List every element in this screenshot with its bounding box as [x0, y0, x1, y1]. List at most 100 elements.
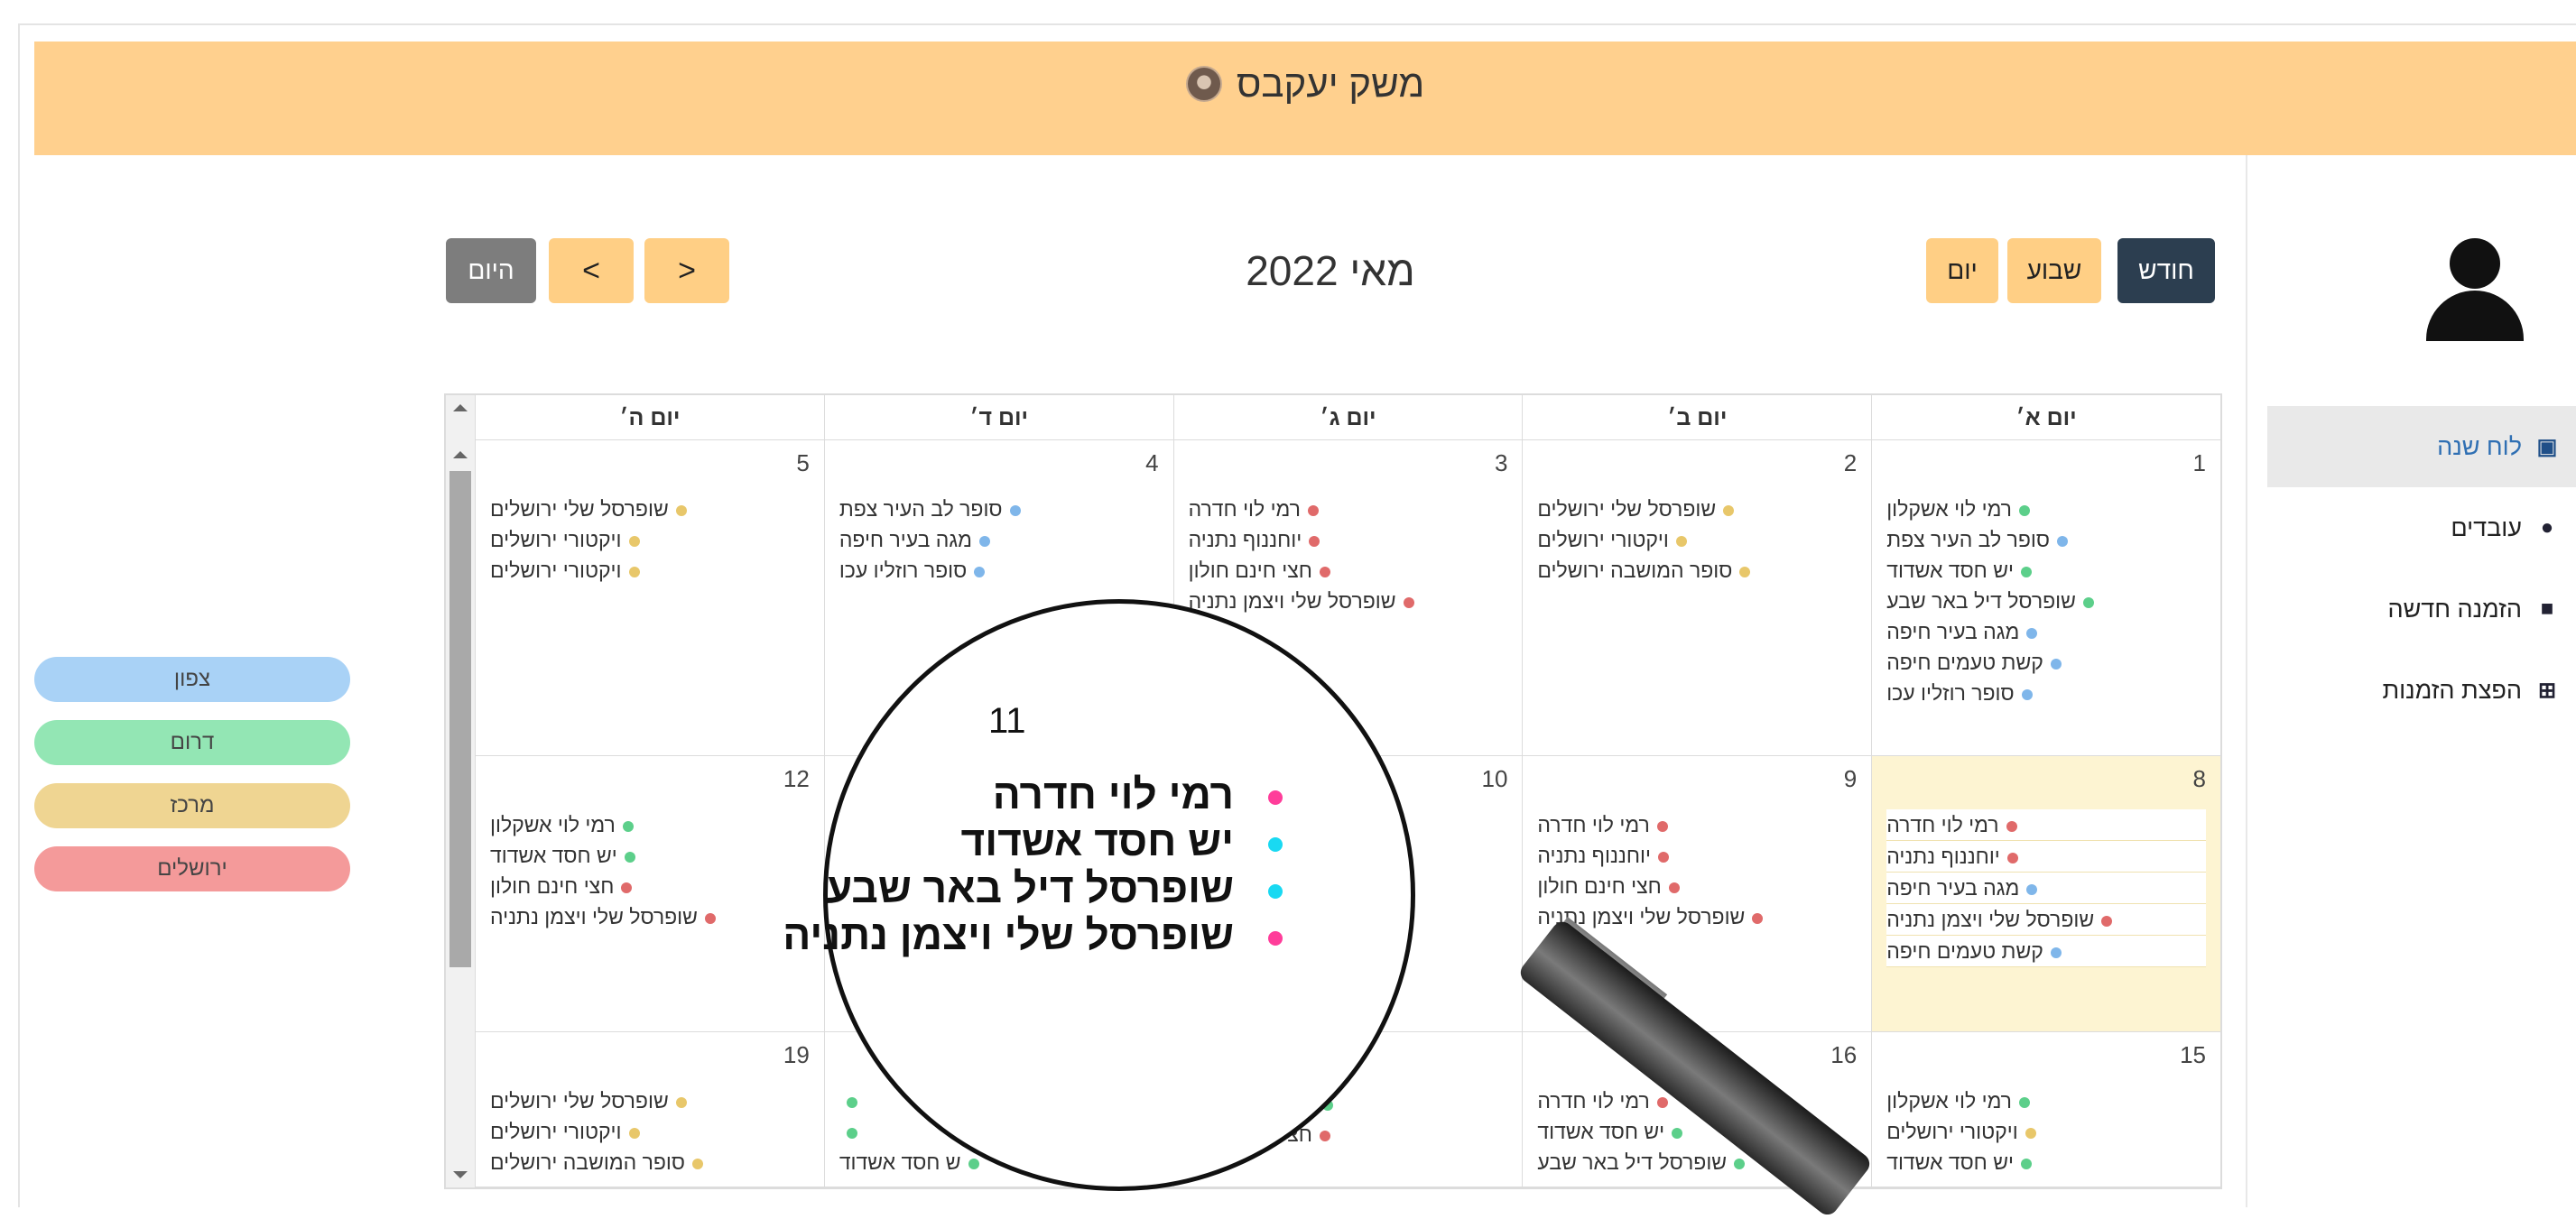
calendar-event[interactable]: רמי לוי חדרה [1189, 494, 1508, 524]
calendar-event[interactable]: ויקטורי ירושלים [1537, 524, 1857, 555]
region-dot-icon [1668, 882, 1680, 893]
calendar-event[interactable]: שופרסל שלי ויצמן נתניה [490, 901, 810, 932]
event-label: סופר רוזליו עכו [839, 559, 968, 582]
calendar-event[interactable]: סופר לב העיר צפת [839, 494, 1159, 524]
region-dot-icon [1319, 566, 1330, 577]
scroll-up-icon[interactable] [453, 451, 468, 458]
sidebar: ▣ לוח שנה ● עובדים ■ הזמנה חדשה ⊞ הפצת ה… [2246, 155, 2576, 1207]
event-label: רמי לוי אשקלון [490, 813, 616, 836]
calendar-event[interactable]: שופרסל שלי ויצמן נתניה [1537, 901, 1857, 932]
sidebar-nav: ▣ לוח שנה ● עובדים ■ הזמנה חדשה ⊞ הפצת ה… [2267, 406, 2576, 731]
legend-pill[interactable]: דרום [34, 720, 350, 765]
calendar-event[interactable]: יוחננוף נתניה [1886, 841, 2206, 873]
region-dot-icon [1656, 1096, 1668, 1108]
sidebar-item-calendar[interactable]: ▣ לוח שנה [2267, 406, 2576, 487]
day-cell[interactable]: 5 שופרסל שלי ירושלים ויקטורי ירושלים ויקטור… [475, 440, 824, 756]
calendar-event[interactable]: יוחננוף נתניה [1189, 524, 1508, 555]
calendar-event[interactable]: שופרסל שלי ירושלים [1537, 494, 1857, 524]
calendar-event[interactable]: סופר רוזליו עכו [839, 555, 1159, 586]
sidebar-item-new-order[interactable]: ■ הזמנה חדשה [2267, 568, 2576, 650]
calendar-event[interactable]: ויקטורי ירושלים [490, 555, 810, 586]
calendar-event[interactable]: יש חסד אשדוד [1886, 555, 2206, 586]
calendar-event[interactable]: חצי חינם חולון [490, 871, 810, 901]
calendar-event[interactable]: שופרסל שלי ירושלים [490, 1085, 810, 1116]
region-dot-icon [1752, 912, 1764, 924]
legend-pill[interactable]: צפון [34, 657, 350, 702]
calendar-event[interactable]: שופרסל שלי ויצמן נתניה [1886, 904, 2206, 936]
day-number: 12 [783, 765, 810, 792]
event-label: יוחננוף נתניה [1188, 528, 1302, 551]
event-label: רמי לוי חדרה [1537, 813, 1650, 836]
magnifier-event-label: שופרסל דיל באר שבע [826, 864, 1234, 911]
day-cell[interactable]: 15 רמי לוי אשקלון ויקטורי ירושלים יש חסד אש… [1871, 1032, 2220, 1187]
calendar-event[interactable]: קשת טעמים חיפה [1886, 936, 2206, 967]
calendar-event[interactable]: יש חסד אשדוד [490, 840, 810, 871]
scroll-down-icon[interactable] [453, 1171, 468, 1178]
week-view-button[interactable]: שבוע [2007, 238, 2101, 303]
region-dot-icon [628, 535, 640, 547]
user-avatar-icon[interactable] [2423, 238, 2527, 343]
calendar-event[interactable]: שופרסל דיל באר שבע [1886, 586, 2206, 616]
sidebar-item-workers[interactable]: ● עובדים [2267, 487, 2576, 568]
day-number: 4 [1145, 449, 1159, 476]
calendar-event[interactable]: שופרסל שלי ויצמן נתניה [1189, 586, 1508, 616]
region-dot-icon [2018, 504, 2030, 516]
day-view-button[interactable]: יום [1926, 238, 1998, 303]
region-dot-icon [2020, 566, 2032, 577]
region-dot-icon [1307, 504, 1319, 516]
prev-month-button[interactable]: < [549, 238, 634, 303]
calendar-event[interactable]: מגה בעיר חיפה [1886, 873, 2206, 904]
day-number: 19 [783, 1041, 810, 1068]
magnifier-event-label: רמי לוי חדרה [992, 771, 1234, 817]
calendar-event[interactable]: ויקטורי ירושלים [1886, 1116, 2206, 1147]
event-label: ויקטורי ירושלים [490, 528, 622, 551]
sidebar-item-distribute-orders[interactable]: ⊞ הפצת הזמנות [2267, 650, 2576, 731]
scroll-up-icon[interactable] [453, 404, 468, 411]
day-cell[interactable]: 19 שופרסל שלי ירושלים ויקטורי ירושלים סופר … [475, 1032, 824, 1187]
calendar-icon: ▣ [2536, 434, 2558, 459]
calendar-event[interactable]: מגה בעיר חיפה [1886, 616, 2206, 647]
calendar-event[interactable]: סופר המושבה ירושלים [490, 1147, 810, 1177]
region-dot-icon [2006, 852, 2018, 863]
region-dot-icon [628, 566, 640, 577]
month-view-button[interactable]: חודש [2117, 238, 2215, 303]
calendar-scrollbar[interactable] [446, 395, 476, 1187]
region-dot-icon [1734, 1158, 1746, 1169]
calendar-event[interactable]: ויקטורי ירושלים [490, 1116, 810, 1147]
legend-pill[interactable]: מרכז [34, 783, 350, 828]
calendar-event[interactable]: סופר לב העיר צפת [1886, 524, 2206, 555]
event-label: ויקטורי ירושלים [1886, 1120, 2018, 1143]
calendar-event[interactable]: יוחננוף נתניה [1537, 840, 1857, 871]
calendar-event[interactable]: יש חסד אשדוד [1886, 1147, 2206, 1177]
calendar-event[interactable]: רמי לוי אשקלון [1886, 1085, 2206, 1116]
calendar-event[interactable]: מגה בעיר חיפה [839, 524, 1159, 555]
today-button[interactable]: היום [446, 238, 536, 303]
event-label: ויקטורי ירושלים [1537, 528, 1669, 551]
calendar-event[interactable]: רמי לוי אשקלון [490, 809, 810, 840]
legend-pill[interactable]: ירושלים [34, 846, 350, 891]
sidebar-item-label: עובדים [2451, 513, 2522, 541]
day-cell[interactable]: 8 רמי לוי חדרה יוחננוף נתניה מגה בעיר חיפה ש… [1871, 756, 2220, 1032]
calendar-event[interactable]: רמי לוי חדרה [1537, 809, 1857, 840]
region-dot-icon [2006, 820, 2017, 832]
calendar-event[interactable]: רמי לוי אשקלון [1886, 494, 2206, 524]
calendar-event[interactable]: שופרסל שלי ירושלים [490, 494, 810, 524]
calendar-event[interactable]: חצי חינם חולון [1537, 871, 1857, 901]
day-cell[interactable]: 1 רמי לוי אשקלון סופר לב העיר צפת יש חסד אש… [1871, 440, 2220, 756]
region-dot-icon [968, 1158, 979, 1169]
scrollbar-thumb[interactable] [449, 471, 471, 967]
calendar-event[interactable]: סופר המושבה ירושלים [1537, 555, 1857, 586]
calendar-event[interactable]: קשת טעמים חיפה [1886, 647, 2206, 678]
event-label: שופרסל דיל באר שבע [1537, 1150, 1728, 1174]
calendar-event[interactable]: רמי לוי חדרה [1886, 809, 2206, 841]
calendar-event[interactable]: סופר רוזליו עכו [1886, 678, 2206, 708]
calendar-event[interactable]: ויקטורי ירושלים [490, 524, 810, 555]
next-month-button[interactable]: > [644, 238, 729, 303]
region-dot-icon [1309, 535, 1320, 547]
calendar-event[interactable]: חצי חינם חולון [1189, 555, 1508, 586]
region-dot-icon [1319, 1130, 1330, 1141]
region-dot-icon [622, 820, 634, 832]
sidebar-divider [2246, 155, 2247, 1207]
day-cell[interactable]: 12 רמי לוי אשקלון יש חסד אשדוד חצי חינם חול… [475, 756, 824, 1032]
day-cell[interactable]: 2 שופרסל שלי ירושלים ויקטורי ירושלים סופר ה… [1522, 440, 1872, 756]
